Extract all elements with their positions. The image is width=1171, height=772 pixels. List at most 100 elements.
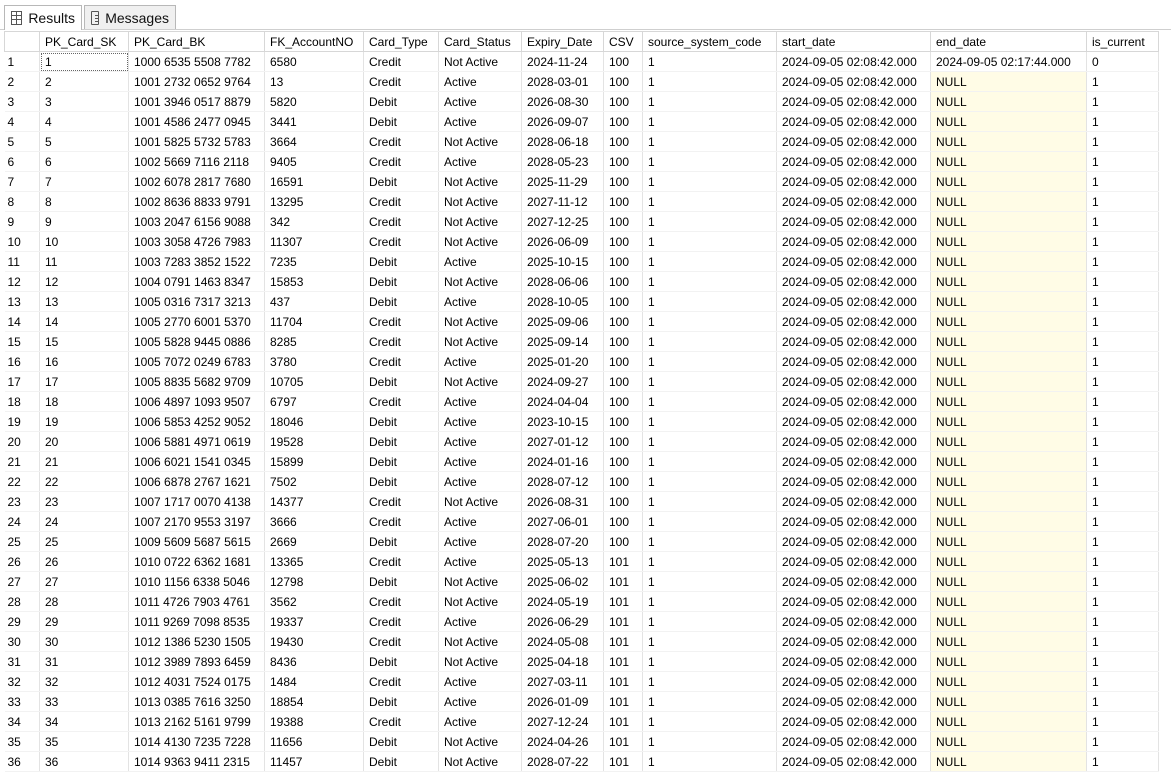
table-cell[interactable]: Debit bbox=[363, 431, 439, 452]
table-cell[interactable]: NULL bbox=[930, 191, 1087, 212]
table-cell[interactable]: 1 bbox=[1086, 271, 1159, 292]
table-cell[interactable]: 1 bbox=[1086, 331, 1159, 352]
table-cell[interactable]: 1 bbox=[642, 131, 777, 152]
table-cell[interactable]: 15 bbox=[39, 331, 129, 352]
table-cell[interactable]: 2024-05-19 bbox=[521, 591, 604, 612]
table-cell[interactable]: 1005 5828 9445 0886 bbox=[128, 331, 265, 352]
table-cell[interactable]: 2024-09-05 02:08:42.000 bbox=[776, 271, 931, 292]
table-cell[interactable]: Active bbox=[438, 531, 522, 552]
table-cell[interactable]: 100 bbox=[603, 291, 643, 312]
table-cell[interactable]: Credit bbox=[363, 591, 439, 612]
row-number[interactable]: 14 bbox=[4, 311, 40, 332]
table-cell[interactable]: 2024-05-08 bbox=[521, 631, 604, 652]
table-cell[interactable]: Credit bbox=[363, 151, 439, 172]
table-cell[interactable]: Debit bbox=[363, 691, 439, 712]
table-cell[interactable]: 19337 bbox=[264, 611, 364, 632]
table-cell[interactable]: 29 bbox=[39, 611, 129, 632]
table-cell[interactable]: 1 bbox=[642, 111, 777, 132]
table-cell[interactable]: Credit bbox=[363, 211, 439, 232]
table-cell[interactable]: Not Active bbox=[438, 331, 522, 352]
table-cell[interactable]: 35 bbox=[39, 731, 129, 752]
table-row[interactable]: 27 27 1010 1156 6338 5046 12798 Debit Not Act… bbox=[4, 571, 1159, 592]
row-number[interactable]: 17 bbox=[4, 371, 40, 392]
column-header[interactable]: Card_Status bbox=[438, 31, 522, 52]
table-cell[interactable]: 1002 8636 8833 9791 bbox=[128, 191, 265, 212]
table-row[interactable]: 3 3 1001 3946 0517 8879 5820 Debit Active 2026… bbox=[4, 91, 1159, 112]
table-cell[interactable]: 100 bbox=[603, 391, 643, 412]
table-cell[interactable]: 1 bbox=[642, 671, 777, 692]
table-row[interactable]: 34 34 1013 2162 5161 9799 19388 Credit Active… bbox=[4, 711, 1159, 732]
table-cell[interactable]: 21 bbox=[39, 451, 129, 472]
table-row[interactable]: 30 30 1012 1386 5230 1505 19430 Credit Not Ac… bbox=[4, 631, 1159, 652]
table-cell[interactable]: Credit bbox=[363, 511, 439, 532]
table-cell[interactable]: 1005 7072 0249 6783 bbox=[128, 351, 265, 372]
table-cell[interactable]: NULL bbox=[930, 111, 1087, 132]
row-number[interactable]: 31 bbox=[4, 651, 40, 672]
table-row[interactable]: 19 19 1006 5853 4252 9052 18046 Debit Active 2… bbox=[4, 411, 1159, 432]
table-cell[interactable]: 101 bbox=[603, 551, 643, 572]
table-cell[interactable]: 11 bbox=[39, 251, 129, 272]
table-cell[interactable]: 100 bbox=[603, 51, 643, 72]
table-cell[interactable]: 2028-05-23 bbox=[521, 151, 604, 172]
table-cell[interactable]: 101 bbox=[603, 711, 643, 732]
table-cell[interactable]: Not Active bbox=[438, 651, 522, 672]
table-row[interactable]: 20 20 1006 5881 4971 0619 19528 Debit Active 2… bbox=[4, 431, 1159, 452]
table-row[interactable]: 26 26 1010 0722 6362 1681 13365 Credit Active… bbox=[4, 551, 1159, 572]
row-number[interactable]: 33 bbox=[4, 691, 40, 712]
table-cell[interactable]: 1 bbox=[642, 471, 777, 492]
table-cell[interactable]: 1001 5825 5732 5783 bbox=[128, 131, 265, 152]
table-cell[interactable]: 1484 bbox=[264, 671, 364, 692]
row-number[interactable]: 23 bbox=[4, 491, 40, 512]
table-cell[interactable]: Active bbox=[438, 711, 522, 732]
table-cell[interactable]: 2024-09-05 02:08:42.000 bbox=[776, 591, 931, 612]
table-cell[interactable]: 101 bbox=[603, 731, 643, 752]
table-row[interactable]: 10 10 1003 3058 4726 7983 11307 Credit Not Ac… bbox=[4, 231, 1159, 252]
table-cell[interactable]: Credit bbox=[363, 611, 439, 632]
table-cell[interactable]: Debit bbox=[363, 251, 439, 272]
table-cell[interactable]: 1 bbox=[642, 231, 777, 252]
table-cell[interactable]: Not Active bbox=[438, 51, 522, 72]
table-cell[interactable]: 2024-04-04 bbox=[521, 391, 604, 412]
table-cell[interactable]: 1 bbox=[1086, 71, 1159, 92]
table-cell[interactable]: 2024-09-05 02:08:42.000 bbox=[776, 451, 931, 472]
table-cell[interactable]: 1 bbox=[1086, 631, 1159, 652]
table-row[interactable]: 8 8 1002 8636 8833 9791 13295 Credit Not Acti… bbox=[4, 191, 1159, 212]
table-cell[interactable]: 101 bbox=[603, 651, 643, 672]
table-cell[interactable]: 36 bbox=[39, 751, 129, 772]
table-cell[interactable]: 1 bbox=[642, 191, 777, 212]
table-cell[interactable]: 1 bbox=[642, 711, 777, 732]
table-cell[interactable]: Debit bbox=[363, 91, 439, 112]
table-cell[interactable]: NULL bbox=[930, 671, 1087, 692]
table-cell[interactable]: 2028-03-01 bbox=[521, 71, 604, 92]
table-cell[interactable]: 2024-01-16 bbox=[521, 451, 604, 472]
table-cell[interactable]: 19528 bbox=[264, 431, 364, 452]
table-cell[interactable]: Credit bbox=[363, 51, 439, 72]
table-cell[interactable]: 1 bbox=[1086, 491, 1159, 512]
table-cell[interactable]: 1 bbox=[642, 611, 777, 632]
table-cell[interactable]: 100 bbox=[603, 471, 643, 492]
table-cell[interactable]: Credit bbox=[363, 631, 439, 652]
table-cell[interactable]: 19430 bbox=[264, 631, 364, 652]
table-cell[interactable]: 1 bbox=[1086, 431, 1159, 452]
table-cell[interactable]: 15899 bbox=[264, 451, 364, 472]
table-cell[interactable]: 2024-09-05 02:08:42.000 bbox=[776, 631, 931, 652]
table-cell[interactable]: 1013 0385 7616 3250 bbox=[128, 691, 265, 712]
table-cell[interactable]: 1 bbox=[642, 91, 777, 112]
table-cell[interactable]: 1 bbox=[1086, 391, 1159, 412]
table-row[interactable]: 33 33 1013 0385 7616 3250 18854 Debit Active 2… bbox=[4, 691, 1159, 712]
table-cell[interactable]: 1 bbox=[642, 311, 777, 332]
table-cell[interactable]: 1 bbox=[642, 591, 777, 612]
table-cell[interactable]: 10 bbox=[39, 231, 129, 252]
column-header[interactable]: Expiry_Date bbox=[521, 31, 604, 52]
table-row[interactable]: 21 21 1006 6021 1541 0345 15899 Debit Active 2… bbox=[4, 451, 1159, 472]
table-row[interactable]: 15 15 1005 5828 9445 0886 8285 Credit Not Act… bbox=[4, 331, 1159, 352]
table-cell[interactable]: 1002 5669 7116 2118 bbox=[128, 151, 265, 172]
table-cell[interactable]: Not Active bbox=[438, 211, 522, 232]
table-cell[interactable]: 1003 7283 3852 1522 bbox=[128, 251, 265, 272]
table-cell[interactable]: 2025-10-15 bbox=[521, 251, 604, 272]
table-cell[interactable]: 6 bbox=[39, 151, 129, 172]
column-header[interactable]: source_system_code bbox=[642, 31, 777, 52]
table-cell[interactable]: 100 bbox=[603, 251, 643, 272]
table-row[interactable]: 2 2 1001 2732 0652 9764 13 Credit Active 2028-… bbox=[4, 71, 1159, 92]
table-cell[interactable]: 1005 0316 7317 3213 bbox=[128, 291, 265, 312]
